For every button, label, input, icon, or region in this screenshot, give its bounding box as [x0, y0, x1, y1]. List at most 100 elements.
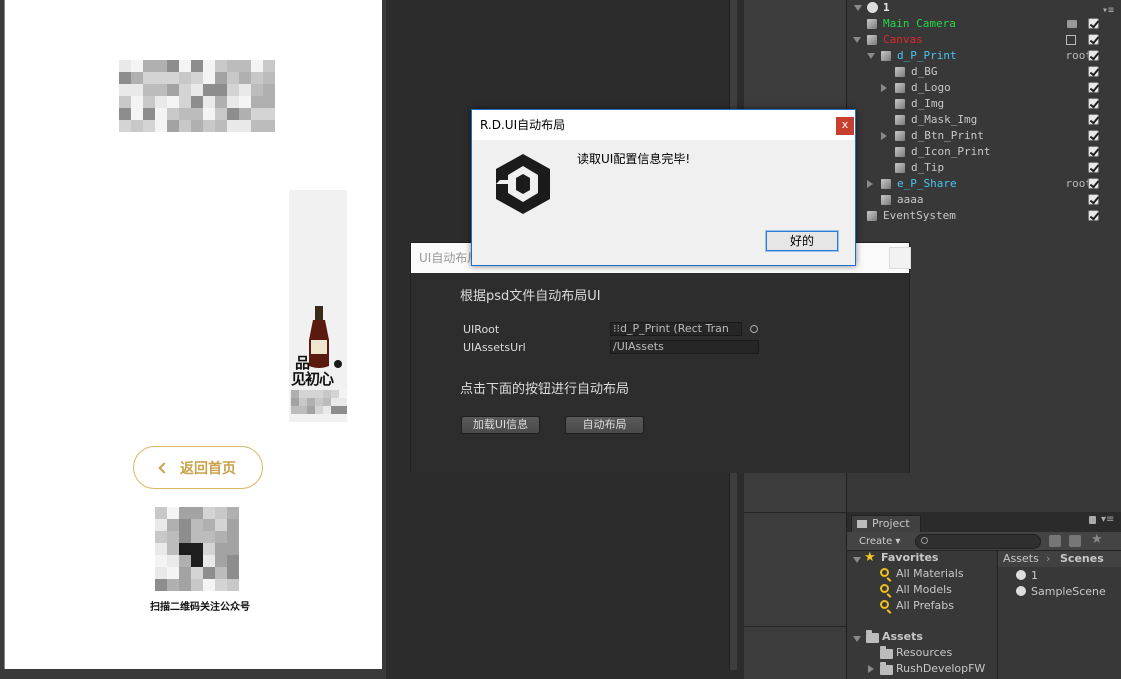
back-home-button[interactable]: 返回首页	[133, 446, 263, 489]
active-checkbox[interactable]	[1088, 114, 1099, 125]
hierarchy-item[interactable]: aaaa	[847, 192, 1121, 208]
gameobject-icon	[895, 99, 905, 109]
chevron-left-icon	[158, 461, 170, 474]
project-search-input[interactable]	[915, 534, 1041, 549]
scene-file-item[interactable]: 1	[1031, 568, 1038, 584]
hierarchy-item-label: d_Img	[911, 97, 945, 110]
hierarchy-item[interactable]: d_Img	[847, 96, 1121, 112]
expand-arrow-icon[interactable]	[868, 665, 874, 673]
favorites-header[interactable]: Favorites	[881, 550, 938, 566]
active-checkbox[interactable]	[1088, 66, 1099, 77]
ok-button[interactable]: 好的	[765, 230, 839, 252]
favorite-star-icon[interactable]: ★	[1091, 532, 1103, 547]
hierarchy-item-label: d_Mask_Img	[911, 113, 978, 126]
gameobject-icon	[881, 51, 891, 61]
breadcrumb-separator-icon: ›	[1046, 552, 1051, 565]
create-button[interactable]: Create ▾	[853, 534, 905, 549]
favorite-item[interactable]: All Materials	[896, 566, 964, 582]
breadcrumb-root[interactable]: Assets	[1003, 551, 1039, 567]
dialog-close-button[interactable]: x	[836, 117, 854, 135]
active-checkbox[interactable]	[1088, 34, 1099, 45]
camera-icon	[1067, 20, 1077, 28]
game-screen: 品 见初心 返回首页 扫描二维码关注公众号	[4, 0, 382, 669]
active-checkbox[interactable]	[1088, 178, 1099, 189]
hierarchy-item-label: d_Logo	[911, 81, 951, 94]
expand-arrow-icon[interactable]	[867, 180, 873, 188]
expand-arrow-icon[interactable]	[854, 5, 862, 11]
gameobject-icon	[895, 115, 905, 125]
expand-arrow-icon[interactable]	[853, 37, 861, 43]
hierarchy-item[interactable]: d_P_Print root	[847, 48, 1121, 64]
hierarchy-item[interactable]: d_Tip	[847, 160, 1121, 176]
assets-arrow-icon[interactable]	[853, 636, 861, 642]
assets-header[interactable]: Assets	[882, 629, 923, 645]
expand-arrow-icon[interactable]	[867, 53, 875, 59]
folder-icon	[880, 662, 893, 675]
gameobject-icon	[881, 179, 891, 189]
favorite-item[interactable]: All Models	[896, 582, 952, 598]
hierarchy-item[interactable]: Canvas	[847, 32, 1121, 48]
expand-arrow-icon[interactable]	[881, 132, 887, 140]
folder-icon	[857, 520, 867, 528]
gameobject-icon	[895, 131, 905, 141]
scene-file-item[interactable]: SampleScene	[1031, 584, 1106, 600]
filter-type-icon[interactable]	[1049, 535, 1061, 547]
hierarchy-scene-row[interactable]: 1 ▾≡	[847, 0, 1121, 16]
active-checkbox[interactable]	[1088, 130, 1099, 141]
folder-icon	[866, 630, 879, 643]
active-checkbox[interactable]	[1088, 98, 1099, 109]
hierarchy-item[interactable]: d_Logo	[847, 80, 1121, 96]
active-checkbox[interactable]	[1088, 18, 1099, 29]
window-instruction: 点击下面的按钮进行自动布局	[460, 382, 630, 397]
qr-code	[155, 507, 239, 591]
load-ui-info-button[interactable]: 加载UI信息	[461, 416, 540, 434]
favorite-item[interactable]: All Prefabs	[896, 598, 954, 614]
gameobject-icon	[867, 19, 877, 29]
hierarchy-item[interactable]: EventSystem	[847, 208, 1121, 224]
gameobject-icon	[867, 35, 877, 45]
asset-folder-item[interactable]: Resources	[896, 645, 952, 661]
gameobject-icon	[895, 163, 905, 173]
project-divider[interactable]	[997, 551, 998, 679]
favorites-arrow-icon[interactable]	[853, 557, 861, 563]
breadcrumb-current[interactable]: Scenes	[1060, 551, 1104, 567]
rect-icon	[1066, 35, 1076, 45]
active-checkbox[interactable]	[1088, 146, 1099, 157]
object-picker-icon[interactable]	[750, 325, 758, 333]
hierarchy-item[interactable]: d_Mask_Img	[847, 112, 1121, 128]
window-close-button[interactable]	[889, 247, 911, 269]
active-checkbox[interactable]	[1088, 82, 1099, 93]
dialog-title[interactable]: R.D.UI自动布局	[472, 110, 855, 140]
hierarchy-item-label: d_Tip	[911, 161, 945, 174]
gameobject-icon	[867, 211, 877, 221]
uiroot-field[interactable]: ⁝⁝d_P_Print (Rect Tran	[610, 322, 742, 336]
expand-arrow-icon[interactable]	[881, 84, 887, 92]
message-dialog: R.D.UI自动布局 x 读取UI配置信息完毕! 好的	[471, 109, 856, 266]
assets-url-field[interactable]: /UIAssets	[610, 340, 759, 354]
project-toolbar: Create ▾ ★	[847, 532, 1121, 551]
active-checkbox[interactable]	[1088, 162, 1099, 173]
asset-folder-item[interactable]: RushDevelopFW	[896, 661, 985, 677]
hierarchy-item[interactable]: d_Icon_Print	[847, 144, 1121, 160]
lock-icon[interactable]	[1089, 516, 1096, 524]
hierarchy-item-label: Main Camera	[883, 17, 956, 30]
hierarchy-item[interactable]: d_Btn_Print	[847, 128, 1121, 144]
search-icon	[880, 584, 889, 593]
active-checkbox[interactable]	[1088, 194, 1099, 205]
active-checkbox[interactable]	[1088, 50, 1099, 61]
scene-name: 1	[883, 1, 890, 14]
folder-icon	[880, 646, 893, 659]
search-icon	[880, 600, 889, 609]
filter-label-icon[interactable]	[1069, 535, 1081, 547]
search-icon	[921, 537, 928, 544]
blurred-bottle-caption	[291, 390, 347, 414]
menu-icon[interactable]: ▾≡	[1101, 514, 1114, 525]
unity-scene-icon	[1016, 570, 1026, 580]
tab-project[interactable]: Project	[851, 515, 921, 532]
hierarchy-item[interactable]: Main Camera	[847, 16, 1121, 32]
hierarchy-item[interactable]: d_BG	[847, 64, 1121, 80]
auto-layout-button[interactable]: 自动布局	[565, 416, 644, 434]
window-body: 根据psd文件自动布局UI UIRoot ⁝⁝d_P_Print (Rect T…	[411, 273, 909, 473]
hierarchy-item[interactable]: e_P_Share root	[847, 176, 1121, 192]
active-checkbox[interactable]	[1088, 210, 1099, 221]
